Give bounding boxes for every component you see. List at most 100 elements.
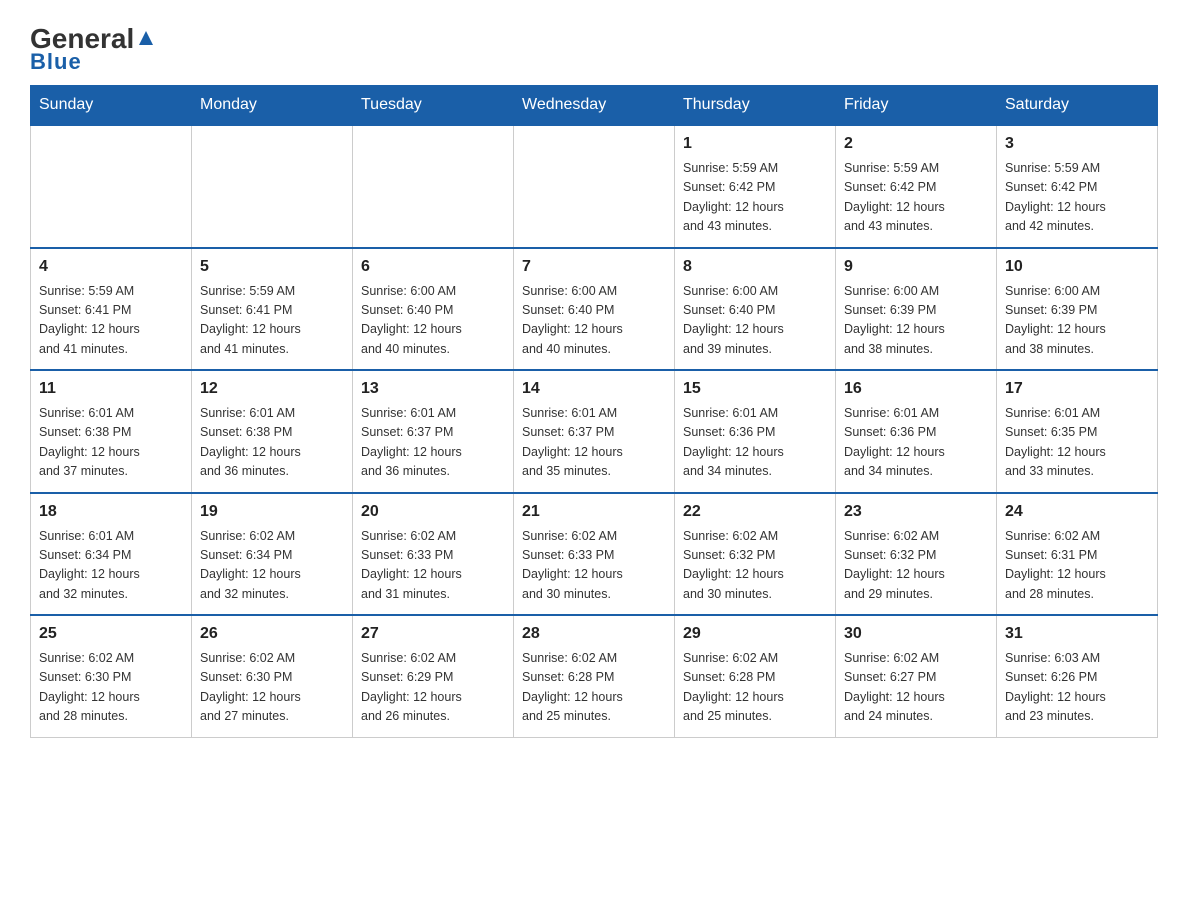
header: General Blue bbox=[30, 20, 1158, 75]
calendar-cell: 29 Sunrise: 6:02 AM Sunset: 6:28 PM Dayli… bbox=[675, 615, 836, 737]
day-number: 26 bbox=[200, 622, 344, 646]
day-info: Sunrise: 6:02 AM Sunset: 6:32 PM Dayligh… bbox=[683, 527, 827, 605]
day-info: Sunrise: 6:00 AM Sunset: 6:39 PM Dayligh… bbox=[1005, 282, 1149, 360]
calendar-cell: 18 Sunrise: 6:01 AM Sunset: 6:34 PM Dayli… bbox=[31, 493, 192, 616]
calendar-cell: 9 Sunrise: 6:00 AM Sunset: 6:39 PM Daylig… bbox=[836, 248, 997, 371]
day-number: 20 bbox=[361, 500, 505, 524]
day-info: Sunrise: 5:59 AM Sunset: 6:42 PM Dayligh… bbox=[1005, 159, 1149, 237]
day-info: Sunrise: 6:02 AM Sunset: 6:27 PM Dayligh… bbox=[844, 649, 988, 727]
calendar-cell: 31 Sunrise: 6:03 AM Sunset: 6:26 PM Dayli… bbox=[997, 615, 1158, 737]
day-number: 4 bbox=[39, 255, 183, 279]
day-number: 7 bbox=[522, 255, 666, 279]
day-info: Sunrise: 6:02 AM Sunset: 6:34 PM Dayligh… bbox=[200, 527, 344, 605]
day-info: Sunrise: 6:01 AM Sunset: 6:36 PM Dayligh… bbox=[683, 404, 827, 482]
day-info: Sunrise: 6:02 AM Sunset: 6:30 PM Dayligh… bbox=[200, 649, 344, 727]
day-number: 25 bbox=[39, 622, 183, 646]
day-info: Sunrise: 6:00 AM Sunset: 6:40 PM Dayligh… bbox=[683, 282, 827, 360]
day-number: 3 bbox=[1005, 132, 1149, 156]
calendar-cell bbox=[353, 125, 514, 248]
day-number: 18 bbox=[39, 500, 183, 524]
logo: General Blue bbox=[30, 20, 157, 75]
calendar-cell: 22 Sunrise: 6:02 AM Sunset: 6:32 PM Dayli… bbox=[675, 493, 836, 616]
logo-blue: Blue bbox=[30, 49, 82, 75]
day-info: Sunrise: 6:00 AM Sunset: 6:40 PM Dayligh… bbox=[522, 282, 666, 360]
day-number: 13 bbox=[361, 377, 505, 401]
day-number: 21 bbox=[522, 500, 666, 524]
day-info: Sunrise: 6:00 AM Sunset: 6:39 PM Dayligh… bbox=[844, 282, 988, 360]
day-info: Sunrise: 6:02 AM Sunset: 6:32 PM Dayligh… bbox=[844, 527, 988, 605]
calendar-week-row: 11Sunrise: 6:01 AM Sunset: 6:38 PM Dayli… bbox=[31, 370, 1158, 493]
calendar-week-row: 25 Sunrise: 6:02 AM Sunset: 6:30 PM Dayli… bbox=[31, 615, 1158, 737]
day-info: Sunrise: 6:01 AM Sunset: 6:37 PM Dayligh… bbox=[361, 404, 505, 482]
calendar-header-thursday: Thursday bbox=[675, 86, 836, 126]
calendar-cell: 25 Sunrise: 6:02 AM Sunset: 6:30 PM Dayli… bbox=[31, 615, 192, 737]
day-info: Sunrise: 6:03 AM Sunset: 6:26 PM Dayligh… bbox=[1005, 649, 1149, 727]
day-number: 16 bbox=[844, 377, 988, 401]
calendar-header-friday: Friday bbox=[836, 86, 997, 126]
calendar-cell: 8 Sunrise: 6:00 AM Sunset: 6:40 PM Daylig… bbox=[675, 248, 836, 371]
day-number: 8 bbox=[683, 255, 827, 279]
calendar-cell: 27 Sunrise: 6:02 AM Sunset: 6:29 PM Dayli… bbox=[353, 615, 514, 737]
day-number: 1 bbox=[683, 132, 827, 156]
day-info: Sunrise: 6:01 AM Sunset: 6:37 PM Dayligh… bbox=[522, 404, 666, 482]
day-number: 19 bbox=[200, 500, 344, 524]
day-info: Sunrise: 6:02 AM Sunset: 6:30 PM Dayligh… bbox=[39, 649, 183, 727]
day-number: 27 bbox=[361, 622, 505, 646]
day-info: Sunrise: 6:01 AM Sunset: 6:34 PM Dayligh… bbox=[39, 527, 183, 605]
day-info: Sunrise: 5:59 AM Sunset: 6:42 PM Dayligh… bbox=[844, 159, 988, 237]
calendar-cell: 7 Sunrise: 6:00 AM Sunset: 6:40 PM Daylig… bbox=[514, 248, 675, 371]
day-number: 14 bbox=[522, 377, 666, 401]
day-info: Sunrise: 5:59 AM Sunset: 6:41 PM Dayligh… bbox=[200, 282, 344, 360]
calendar-cell: 20 Sunrise: 6:02 AM Sunset: 6:33 PM Dayli… bbox=[353, 493, 514, 616]
calendar-week-row: 4 Sunrise: 5:59 AM Sunset: 6:41 PM Daylig… bbox=[31, 248, 1158, 371]
calendar-cell: 3 Sunrise: 5:59 AM Sunset: 6:42 PM Daylig… bbox=[997, 125, 1158, 248]
day-info: Sunrise: 6:00 AM Sunset: 6:40 PM Dayligh… bbox=[361, 282, 505, 360]
day-info: Sunrise: 6:02 AM Sunset: 6:29 PM Dayligh… bbox=[361, 649, 505, 727]
calendar-cell: 19 Sunrise: 6:02 AM Sunset: 6:34 PM Dayli… bbox=[192, 493, 353, 616]
day-number: 12 bbox=[200, 377, 344, 401]
calendar-week-row: 18 Sunrise: 6:01 AM Sunset: 6:34 PM Dayli… bbox=[31, 493, 1158, 616]
calendar-cell: 10 Sunrise: 6:00 AM Sunset: 6:39 PM Dayli… bbox=[997, 248, 1158, 371]
day-info: Sunrise: 6:01 AM Sunset: 6:36 PM Dayligh… bbox=[844, 404, 988, 482]
day-number: 9 bbox=[844, 255, 988, 279]
calendar-cell: 13 Sunrise: 6:01 AM Sunset: 6:37 PM Dayli… bbox=[353, 370, 514, 493]
calendar-header-tuesday: Tuesday bbox=[353, 86, 514, 126]
day-number: 15 bbox=[683, 377, 827, 401]
day-info: Sunrise: 6:02 AM Sunset: 6:33 PM Dayligh… bbox=[361, 527, 505, 605]
calendar-cell: 2Sunrise: 5:59 AM Sunset: 6:42 PM Daylig… bbox=[836, 125, 997, 248]
calendar-header-wednesday: Wednesday bbox=[514, 86, 675, 126]
calendar-cell bbox=[192, 125, 353, 248]
calendar-cell bbox=[514, 125, 675, 248]
logo-triangle-icon bbox=[135, 27, 157, 49]
calendar-cell: 26 Sunrise: 6:02 AM Sunset: 6:30 PM Dayli… bbox=[192, 615, 353, 737]
day-number: 30 bbox=[844, 622, 988, 646]
day-number: 29 bbox=[683, 622, 827, 646]
calendar-header-saturday: Saturday bbox=[997, 86, 1158, 126]
calendar-cell: 24Sunrise: 6:02 AM Sunset: 6:31 PM Dayli… bbox=[997, 493, 1158, 616]
calendar-header-row: SundayMondayTuesdayWednesdayThursdayFrid… bbox=[31, 86, 1158, 126]
calendar-cell: 21 Sunrise: 6:02 AM Sunset: 6:33 PM Dayli… bbox=[514, 493, 675, 616]
day-number: 31 bbox=[1005, 622, 1149, 646]
calendar-cell: 4Sunrise: 5:59 AM Sunset: 6:41 PM Daylig… bbox=[31, 248, 192, 371]
calendar-cell: 6Sunrise: 6:00 AM Sunset: 6:40 PM Daylig… bbox=[353, 248, 514, 371]
day-info: Sunrise: 6:02 AM Sunset: 6:33 PM Dayligh… bbox=[522, 527, 666, 605]
day-info: Sunrise: 6:02 AM Sunset: 6:28 PM Dayligh… bbox=[683, 649, 827, 727]
calendar-table: SundayMondayTuesdayWednesdayThursdayFrid… bbox=[30, 85, 1158, 738]
calendar-cell: 1 Sunrise: 5:59 AM Sunset: 6:42 PM Daylig… bbox=[675, 125, 836, 248]
day-number: 22 bbox=[683, 500, 827, 524]
day-number: 5 bbox=[200, 255, 344, 279]
day-number: 10 bbox=[1005, 255, 1149, 279]
calendar-cell: 16 Sunrise: 6:01 AM Sunset: 6:36 PM Dayli… bbox=[836, 370, 997, 493]
day-info: Sunrise: 6:01 AM Sunset: 6:38 PM Dayligh… bbox=[200, 404, 344, 482]
calendar-cell: 30 Sunrise: 6:02 AM Sunset: 6:27 PM Dayli… bbox=[836, 615, 997, 737]
calendar-cell: 28Sunrise: 6:02 AM Sunset: 6:28 PM Dayli… bbox=[514, 615, 675, 737]
day-number: 23 bbox=[844, 500, 988, 524]
day-info: Sunrise: 6:01 AM Sunset: 6:38 PM Dayligh… bbox=[39, 404, 183, 482]
calendar-cell: 12 Sunrise: 6:01 AM Sunset: 6:38 PM Dayli… bbox=[192, 370, 353, 493]
calendar-header-sunday: Sunday bbox=[31, 86, 192, 126]
calendar-cell bbox=[31, 125, 192, 248]
day-info: Sunrise: 6:02 AM Sunset: 6:31 PM Dayligh… bbox=[1005, 527, 1149, 605]
day-info: Sunrise: 5:59 AM Sunset: 6:42 PM Dayligh… bbox=[683, 159, 827, 237]
day-info: Sunrise: 6:02 AM Sunset: 6:28 PM Dayligh… bbox=[522, 649, 666, 727]
calendar-cell: 11Sunrise: 6:01 AM Sunset: 6:38 PM Dayli… bbox=[31, 370, 192, 493]
